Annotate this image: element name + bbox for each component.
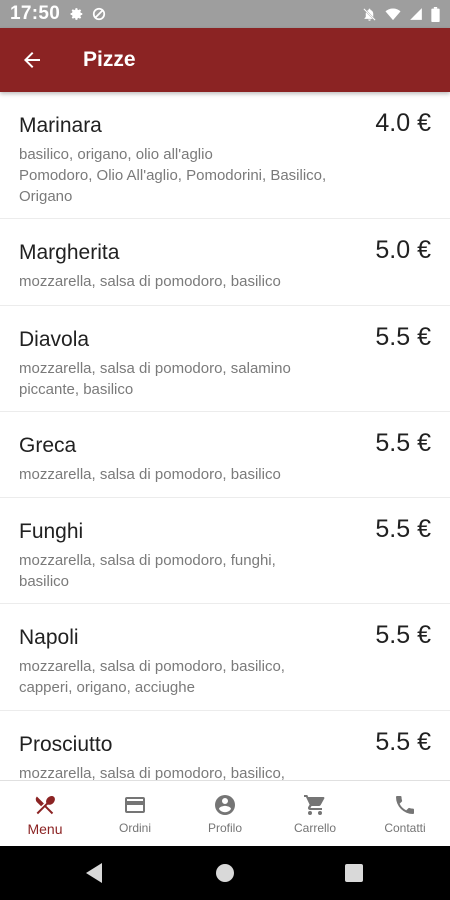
nav-back-icon[interactable]	[86, 863, 102, 883]
signal-icon	[410, 8, 422, 20]
item-name: Marinara	[19, 114, 102, 137]
item-price: 5.0 €	[375, 236, 431, 264]
account-circle-icon	[215, 795, 235, 815]
description-line: Origano	[19, 188, 73, 205]
status-bar: 17:50	[0, 0, 450, 28]
item-description: mozzarella, salsa di pomodoro, salamino …	[19, 358, 364, 400]
item-name: Funghi	[19, 520, 84, 543]
back-button[interactable]	[0, 28, 64, 92]
item-name: Napoli	[19, 626, 79, 649]
app-bar: Pizze	[0, 28, 450, 92]
description-line: piccante, basilico	[19, 381, 134, 398]
item-price: 5.5 €	[375, 728, 431, 756]
item-price: 5.5 €	[375, 621, 431, 649]
item-price: 5.5 €	[375, 323, 431, 351]
wifi-icon	[385, 8, 401, 20]
description-line: mozzarella, salsa di pomodoro, basilico	[19, 466, 281, 483]
bottom-navigation: Menu Ordini Profilo Carrello Contatti	[0, 780, 450, 846]
nav-label-menu: Menu	[27, 821, 63, 837]
description-line: basilico, origano, olio all'aglio	[19, 146, 213, 163]
status-left-icons	[70, 7, 114, 21]
item-description: basilico, origano, olio all'aglio Pomodo…	[19, 144, 364, 207]
item-name: Margherita	[19, 241, 120, 264]
nav-recents-icon[interactable]	[345, 864, 363, 882]
nav-label-ordini: Ordini	[118, 821, 151, 835]
nav-label-carrello: Carrello	[293, 821, 336, 835]
description-line: mozzarella, salsa di pomodoro, basilico,	[19, 765, 285, 780]
nav-label-profilo: Profilo	[207, 821, 242, 835]
list-item[interactable]: Marinara 4.0 € basilico, origano, olio a…	[0, 92, 450, 219]
list-item[interactable]: Greca 5.5 € mozzarella, salsa di pomodor…	[0, 412, 450, 498]
settings-gear-icon	[70, 8, 83, 20]
description-line: capperi, origano, acciughe	[19, 679, 195, 696]
item-description: mozzarella, salsa di pomodoro, basilico	[19, 464, 364, 485]
system-nav-buttons	[86, 863, 363, 883]
nav-item-ordini[interactable]: Ordini	[90, 781, 180, 846]
pizza-list[interactable]: Marinara 4.0 € basilico, origano, olio a…	[0, 92, 450, 780]
status-right-icons	[354, 6, 440, 22]
item-description: mozzarella, salsa di pomodoro, basilico	[19, 271, 364, 292]
list-item[interactable]: Margherita 5.0 € mozzarella, salsa di po…	[0, 219, 450, 306]
page-title: Pizze	[83, 48, 136, 71]
item-name: Greca	[19, 434, 77, 457]
fork-knife-icon	[35, 795, 55, 815]
description-line: mozzarella, salsa di pomodoro, basilico,	[19, 658, 285, 675]
blocked-circle-icon	[92, 7, 106, 21]
nav-item-menu[interactable]: Menu	[0, 781, 90, 846]
phone-icon	[396, 796, 414, 814]
item-description: mozzarella, salsa di pomodoro, basilico,…	[19, 656, 364, 698]
battery-icon	[431, 6, 440, 22]
arrow-back-icon	[24, 52, 40, 68]
shopping-cart-icon	[304, 795, 325, 815]
description-line: basilico	[19, 573, 70, 590]
nav-item-profilo[interactable]: Profilo	[180, 781, 270, 846]
item-price: 4.0 €	[375, 109, 431, 137]
item-price: 5.5 €	[375, 429, 431, 457]
description-line: mozzarella, salsa di pomodoro, salamino	[19, 360, 291, 377]
description-line: mozzarella, salsa di pomodoro, basilico	[19, 273, 281, 290]
item-name: Diavola	[19, 328, 90, 351]
description-line: Pomodoro, Olio All'aglio, Pomodorini, Ba…	[19, 167, 327, 184]
item-description: mozzarella, salsa di pomodoro, funghi, b…	[19, 550, 364, 592]
credit-card-icon	[125, 797, 145, 813]
list-item[interactable]: Napoli 5.5 € mozzarella, salsa di pomodo…	[0, 604, 450, 711]
list-item[interactable]: Diavola 5.5 € mozzarella, salsa di pomod…	[0, 306, 450, 412]
list-item[interactable]: Prosciutto 5.5 € mozzarella, salsa di po…	[0, 711, 450, 780]
status-time: 17:50	[10, 3, 61, 24]
nav-home-icon[interactable]	[216, 864, 234, 882]
system-navigation-bar	[0, 846, 450, 900]
notifications-off-icon	[363, 7, 376, 21]
item-price: 5.5 €	[375, 515, 431, 543]
list-item[interactable]: Funghi 5.5 € mozzarella, salsa di pomodo…	[0, 498, 450, 604]
nav-item-contatti[interactable]: Contatti	[360, 781, 450, 846]
item-name: Prosciutto	[19, 733, 113, 756]
description-line: mozzarella, salsa di pomodoro, funghi,	[19, 552, 276, 569]
nav-label-contatti: Contatti	[384, 821, 426, 835]
nav-item-carrello[interactable]: Carrello	[270, 781, 360, 846]
item-description: mozzarella, salsa di pomodoro, basilico,	[19, 763, 364, 780]
